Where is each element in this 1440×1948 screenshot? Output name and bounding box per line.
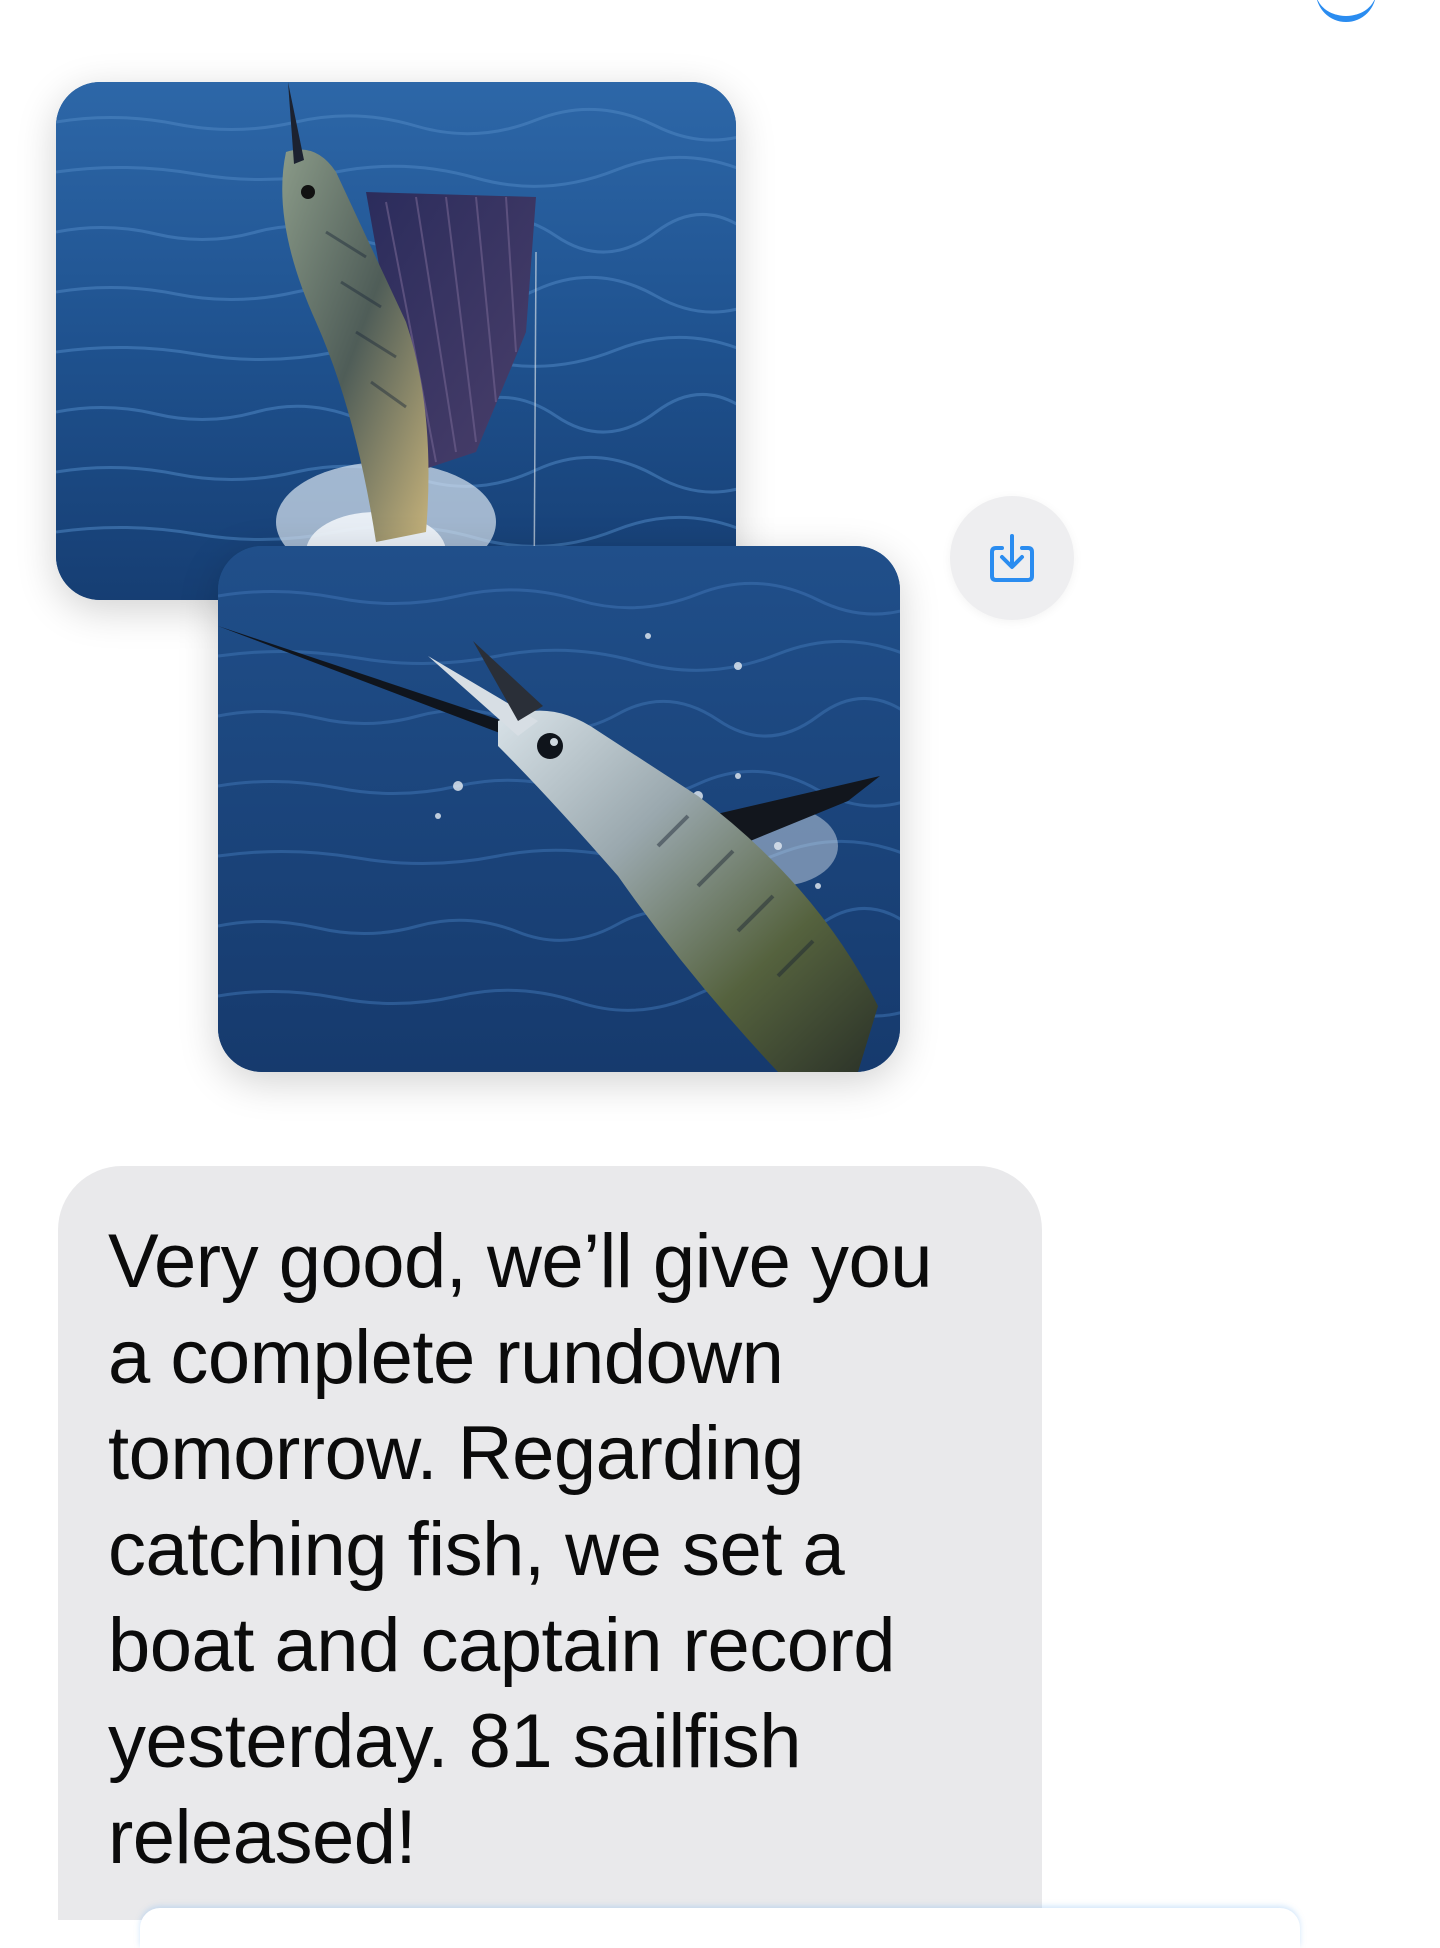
sailfish-leaping-photo[interactable]: [218, 546, 900, 1072]
incoming-message-bubble[interactable]: Very good, we’ll give you a complete run…: [58, 1166, 1042, 1920]
sailfish-leaping-image: [218, 546, 900, 1072]
sailfish-jumping-photo[interactable]: [56, 82, 736, 600]
top-edge-partial-element: [1316, 0, 1376, 22]
message-thread: Very good, we’ll give you a complete run…: [0, 0, 1440, 1948]
sailfish-jumping-image: [56, 82, 736, 600]
message-text: Very good, we’ll give you a complete run…: [108, 1219, 932, 1880]
photo-stack[interactable]: [0, 0, 1000, 1100]
square-and-arrow-down-icon: [990, 534, 1034, 582]
bottom-edge-partial-element: [140, 1908, 1300, 1948]
save-photos-button[interactable]: [950, 496, 1074, 620]
